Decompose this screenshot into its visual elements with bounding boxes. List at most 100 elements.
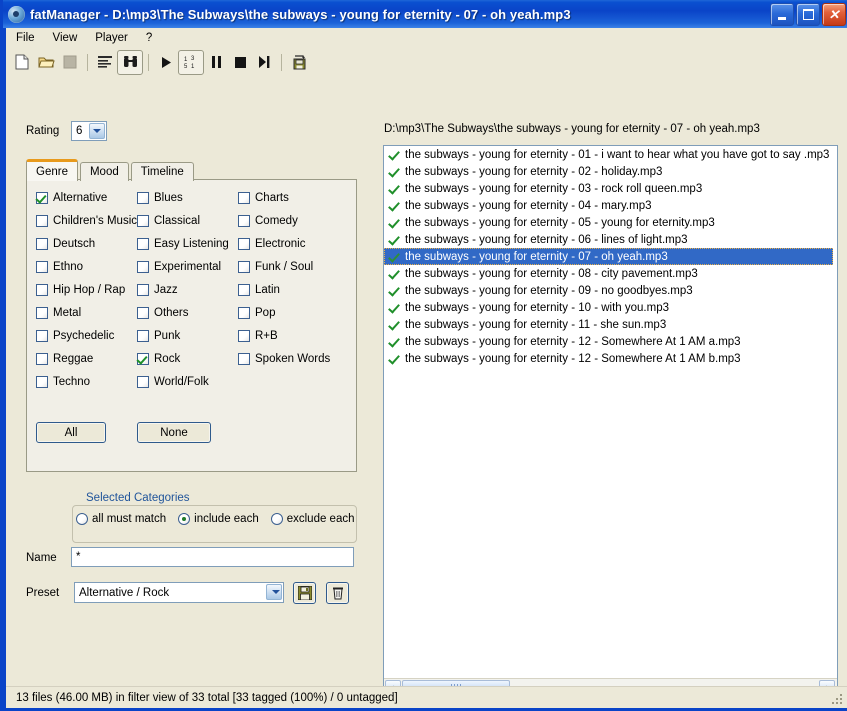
file-list-item[interactable]: the subways - young for eternity - 02 - … xyxy=(384,163,837,180)
binoculars-search-icon[interactable] xyxy=(117,50,143,75)
tab-genre[interactable]: Genre xyxy=(26,159,78,181)
genre-checkbox-children-s-music[interactable]: Children's Music xyxy=(36,209,137,232)
genre-checkbox-rock[interactable]: Rock xyxy=(137,347,238,370)
genre-checkbox-metal[interactable]: Metal xyxy=(36,301,137,324)
file-list-item[interactable]: the subways - young for eternity - 12 - … xyxy=(384,350,837,367)
current-file-path: D:\mp3\The Subways\the subways - young f… xyxy=(384,123,760,135)
preset-value: Alternative / Rock xyxy=(75,587,169,599)
chevron-down-icon[interactable] xyxy=(89,123,105,139)
genre-checkbox-others[interactable]: Others xyxy=(137,301,238,324)
genre-checkbox-alternative[interactable]: Alternative xyxy=(36,186,137,209)
genre-checkbox-jazz[interactable]: Jazz xyxy=(137,278,238,301)
genre-label: Techno xyxy=(53,376,90,388)
genre-checkbox-experimental[interactable]: Experimental xyxy=(137,255,238,278)
name-input-value: * xyxy=(72,551,80,563)
select-none-button[interactable]: None xyxy=(137,422,211,443)
genre-label: Punk xyxy=(154,330,180,342)
file-list-item[interactable]: the subways - young for eternity - 10 - … xyxy=(384,299,837,316)
genre-checkbox-blues[interactable]: Blues xyxy=(137,186,238,209)
numbered-sort-icon[interactable]: 1351 xyxy=(178,50,204,75)
pause-icon[interactable] xyxy=(204,51,228,74)
file-name: the subways - young for eternity - 03 - … xyxy=(405,183,702,195)
genre-label: Classical xyxy=(154,215,200,227)
list-lines-icon[interactable] xyxy=(93,51,117,74)
preset-select[interactable]: Alternative / Rock xyxy=(74,582,284,603)
tab-timeline[interactable]: Timeline xyxy=(131,162,194,181)
play-icon[interactable] xyxy=(154,51,178,74)
next-track-icon[interactable] xyxy=(252,51,276,74)
file-list-item[interactable]: the subways - young for eternity - 01 - … xyxy=(384,146,837,163)
genre-label: Ethno xyxy=(53,261,83,273)
checkbox-checked-icon xyxy=(137,353,149,365)
file-list-item[interactable]: the subways - young for eternity - 07 - … xyxy=(384,248,833,265)
file-list-item[interactable]: the subways - young for eternity - 03 - … xyxy=(384,180,837,197)
genre-checkbox-classical[interactable]: Classical xyxy=(137,209,238,232)
menu-item-file[interactable]: File xyxy=(8,30,43,46)
name-label: Name xyxy=(26,552,57,564)
genre-label: World/Folk xyxy=(154,376,209,388)
file-list[interactable]: the subways - young for eternity - 01 - … xyxy=(383,145,838,696)
tagged-check-icon xyxy=(388,234,400,246)
file-list-item[interactable]: the subways - young for eternity - 04 - … xyxy=(384,197,837,214)
file-list-rows: the subways - young for eternity - 01 - … xyxy=(384,146,837,367)
genre-checkbox-ethno[interactable]: Ethno xyxy=(36,255,137,278)
radio-all-must-match[interactable]: all must match xyxy=(76,513,166,525)
genre-checkbox-charts[interactable]: Charts xyxy=(238,186,339,209)
file-list-item[interactable]: the subways - young for eternity - 06 - … xyxy=(384,231,837,248)
rating-select[interactable]: 6 xyxy=(71,121,107,141)
file-list-item[interactable]: the subways - young for eternity - 08 - … xyxy=(384,265,837,282)
genre-checkbox-psychedelic[interactable]: Psychedelic xyxy=(36,324,137,347)
file-list-item[interactable]: the subways - young for eternity - 12 - … xyxy=(384,333,837,350)
checkbox-icon xyxy=(137,376,149,388)
select-all-button[interactable]: All xyxy=(36,422,106,443)
radio-include-each[interactable]: include each xyxy=(178,513,259,525)
genre-checkbox-comedy[interactable]: Comedy xyxy=(238,209,339,232)
title-bar: fatManager - D:\mp3\The Subways\the subw… xyxy=(3,0,847,28)
genre-label: Pop xyxy=(255,307,275,319)
genre-checkbox-r-b[interactable]: R+B xyxy=(238,324,339,347)
floppy-save-icon xyxy=(298,586,312,600)
resize-grip-icon[interactable] xyxy=(831,693,844,706)
tab-mood[interactable]: Mood xyxy=(80,162,129,181)
file-name: the subways - young for eternity - 05 - … xyxy=(405,217,715,229)
file-list-item[interactable]: the subways - young for eternity - 09 - … xyxy=(384,282,837,299)
radio-exclude-each[interactable]: exclude each xyxy=(271,513,355,525)
genre-checkbox-reggae[interactable]: Reggae xyxy=(36,347,137,370)
genre-label: Comedy xyxy=(255,215,298,227)
stop-icon[interactable] xyxy=(228,51,252,74)
save-preset-button[interactable] xyxy=(293,582,316,604)
genre-label: Others xyxy=(154,307,189,319)
file-name: the subways - young for eternity - 10 - … xyxy=(405,302,669,314)
genre-checkbox-latin[interactable]: Latin xyxy=(238,278,339,301)
file-name: the subways - young for eternity - 01 - … xyxy=(405,149,829,161)
menu-item-player[interactable]: Player xyxy=(87,30,136,46)
save-tags-icon[interactable] xyxy=(287,51,311,74)
genre-checkbox-easy-listening[interactable]: Easy Listening xyxy=(137,232,238,255)
close-button[interactable]: ✕ xyxy=(822,3,846,26)
file-name: the subways - young for eternity - 12 - … xyxy=(405,336,741,348)
genre-checkbox-funk-soul[interactable]: Funk / Soul xyxy=(238,255,339,278)
delete-preset-button[interactable] xyxy=(326,582,349,604)
genre-checkbox-spoken-words[interactable]: Spoken Words xyxy=(238,347,339,370)
tagged-check-icon xyxy=(388,285,400,297)
file-list-item[interactable]: the subways - young for eternity - 05 - … xyxy=(384,214,837,231)
open-folder-icon[interactable] xyxy=(34,51,58,74)
genre-checkbox-pop[interactable]: Pop xyxy=(238,301,339,324)
maximize-button[interactable] xyxy=(796,3,820,26)
genre-checkbox-punk[interactable]: Punk xyxy=(137,324,238,347)
genre-label: Easy Listening xyxy=(154,238,229,250)
chevron-down-icon[interactable] xyxy=(266,584,282,600)
name-input[interactable]: * xyxy=(71,547,354,567)
genre-checkbox-electronic[interactable]: Electronic xyxy=(238,232,339,255)
menu-item-view[interactable]: View xyxy=(45,30,86,46)
genre-checkbox-hip-hop-rap[interactable]: Hip Hop / Rap xyxy=(36,278,137,301)
new-file-icon[interactable] xyxy=(10,51,34,74)
radio-icon xyxy=(271,513,283,525)
genre-checkbox-techno[interactable]: Techno xyxy=(36,370,137,393)
file-list-item[interactable]: the subways - young for eternity - 11 - … xyxy=(384,316,837,333)
selected-categories-title: Selected Categories xyxy=(82,492,194,504)
minimize-button[interactable] xyxy=(770,3,794,26)
menu-item-help[interactable]: ? xyxy=(138,30,160,46)
genre-checkbox-deutsch[interactable]: Deutsch xyxy=(36,232,137,255)
genre-checkbox-world-folk[interactable]: World/Folk xyxy=(137,370,238,393)
